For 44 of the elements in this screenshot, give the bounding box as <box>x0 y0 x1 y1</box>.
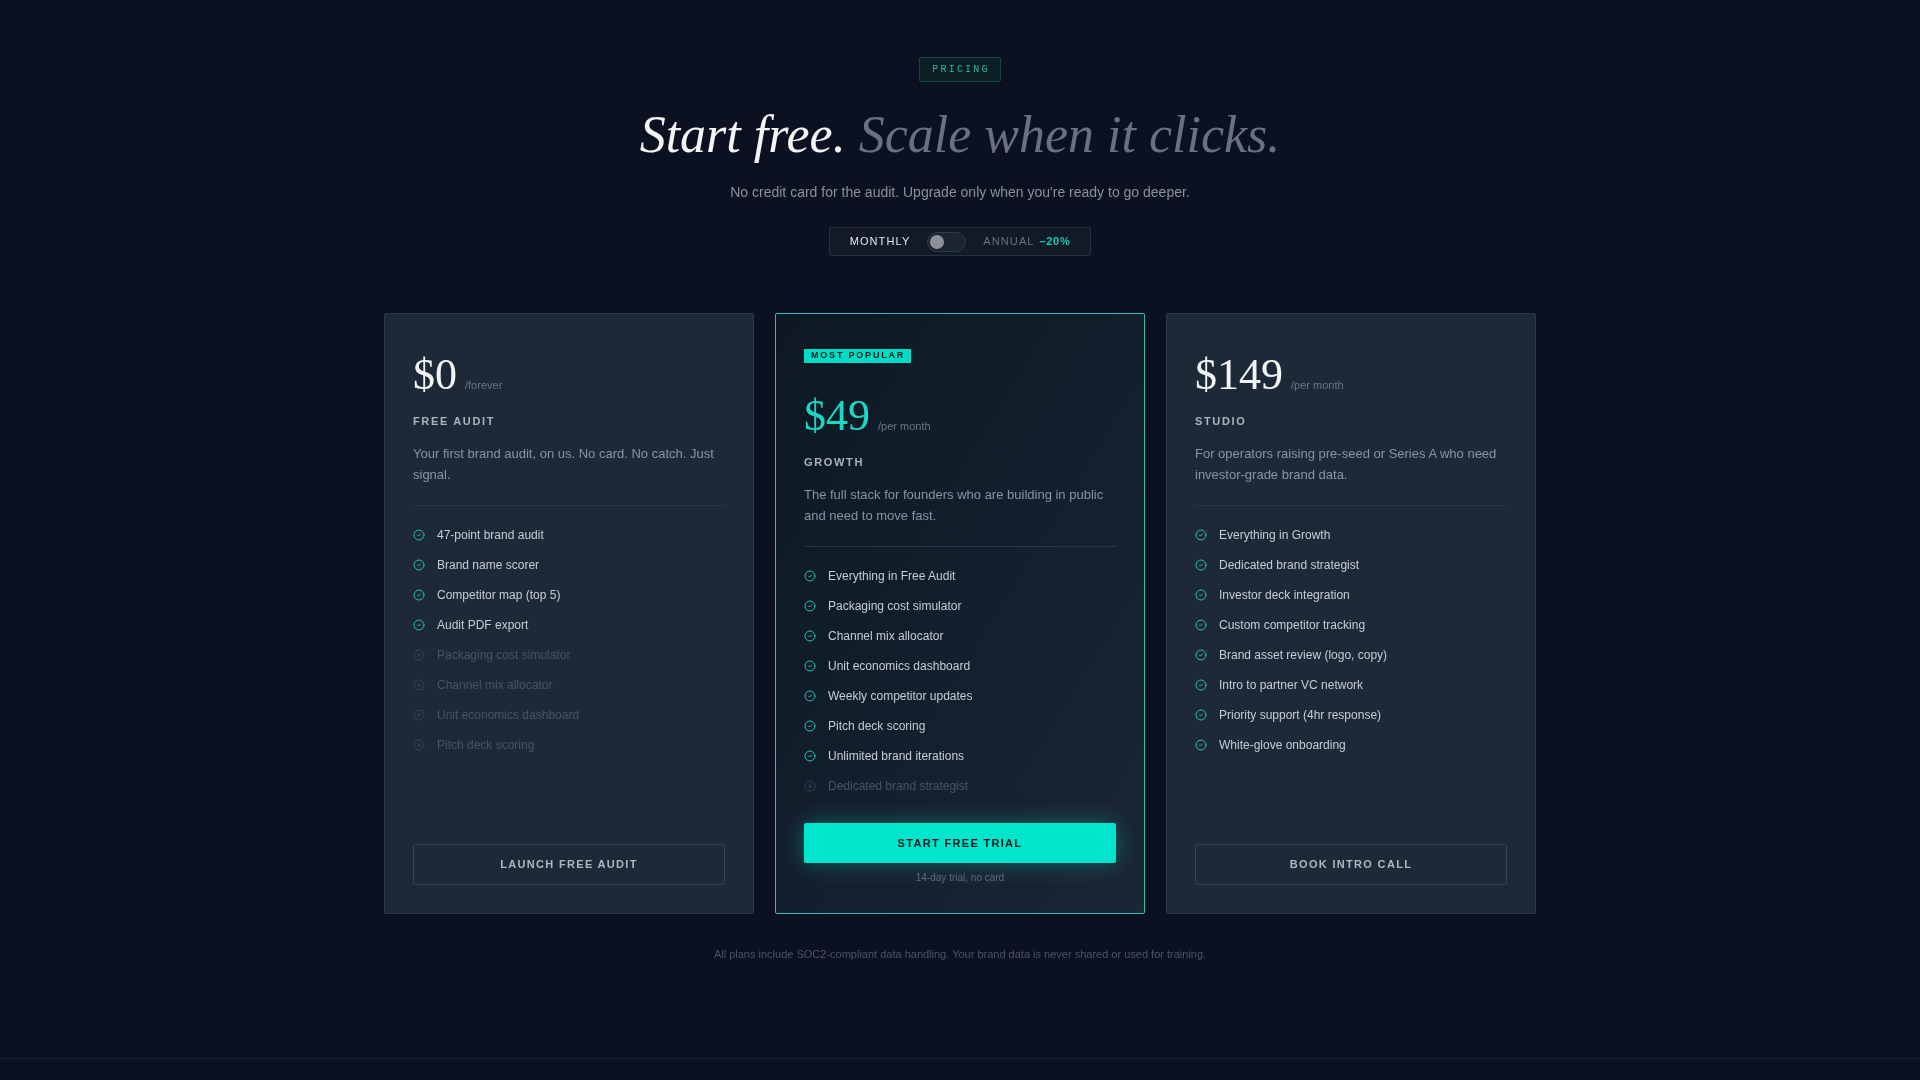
feature-label: Custom competitor tracking <box>1219 617 1366 634</box>
price-period: /per month <box>878 419 931 434</box>
plan-description: For operators raising pre-seed or Series A who need investor-grade brand data. <box>1195 445 1498 484</box>
feature-label: Unit economics dashboard <box>828 658 971 675</box>
plan-name: GROWTH <box>804 455 865 470</box>
feature-label: Everything in Growth <box>1219 527 1331 544</box>
cta-button[interactable]: LAUNCH FREE AUDIT <box>413 844 725 885</box>
footer-note: All plans include SOC2-compliant data handling. Your brand data is never shared or used for training. <box>713 947 1207 962</box>
plan-price: $0 <box>413 349 457 401</box>
feature-label: Pitch deck scoring <box>828 718 926 735</box>
feature-label: Intro to partner VC network <box>1219 677 1364 694</box>
plan-price: $149 <box>1195 349 1283 401</box>
feature-label: Channel mix allocator <box>828 628 944 645</box>
feature-label: Dedicated brand strategist <box>1219 557 1360 574</box>
price-period: /per month <box>1291 378 1344 393</box>
feature-label: White-glove onboarding <box>1219 737 1346 754</box>
monthly-label[interactable]: MONTHLY <box>849 233 911 250</box>
plan-price: $49 <box>804 390 870 442</box>
plan-description: Your first brand audit, on us. No card. No catch. Just signal. <box>413 445 715 484</box>
feature-label: Everything in Free Audit <box>828 568 956 585</box>
feature-label: Packaging cost simulator <box>828 598 962 615</box>
feature-label: Investor deck integration <box>1219 587 1350 604</box>
cta-button[interactable]: BOOK INTRO CALL <box>1195 844 1507 885</box>
page-heading: Start free. Scale when it clicks. <box>639 106 1281 163</box>
feature-label: Unlimited brand iterations <box>828 748 965 765</box>
plan-description: The full stack for founders who are building in public and need to move fast. <box>804 486 1105 525</box>
feature-label: Competitor map (top 5) <box>437 587 561 604</box>
feature-label: Priority support (4hr response) <box>1219 707 1382 724</box>
discount-label: –20% <box>1039 234 1071 250</box>
cta-note: 14-day trial, no card <box>915 871 1005 885</box>
cta-button[interactable]: START FREE TRIAL <box>804 823 1116 863</box>
feature-label: Brand asset review (logo, copy) <box>1219 647 1388 664</box>
feature-label: Weekly competitor updates <box>828 688 973 705</box>
feature-label: 47-point brand audit <box>437 527 544 544</box>
feature-label: Brand name scorer <box>437 557 540 574</box>
feature-label: Audit PDF export <box>437 617 529 634</box>
price-period: /forever <box>465 378 503 393</box>
popular-badge: MOST POPULAR <box>804 349 912 363</box>
page-subtitle: No credit card for the audit. Upgrade only when you're ready to go deeper. <box>730 183 1190 202</box>
plan-name: FREE AUDIT <box>413 414 497 429</box>
billing-switch[interactable] <box>927 231 967 252</box>
plan-name: STUDIO <box>1195 414 1248 429</box>
section-tag: PRICING <box>919 57 1001 82</box>
annual-label[interactable]: ANNUAL <box>983 233 1035 250</box>
